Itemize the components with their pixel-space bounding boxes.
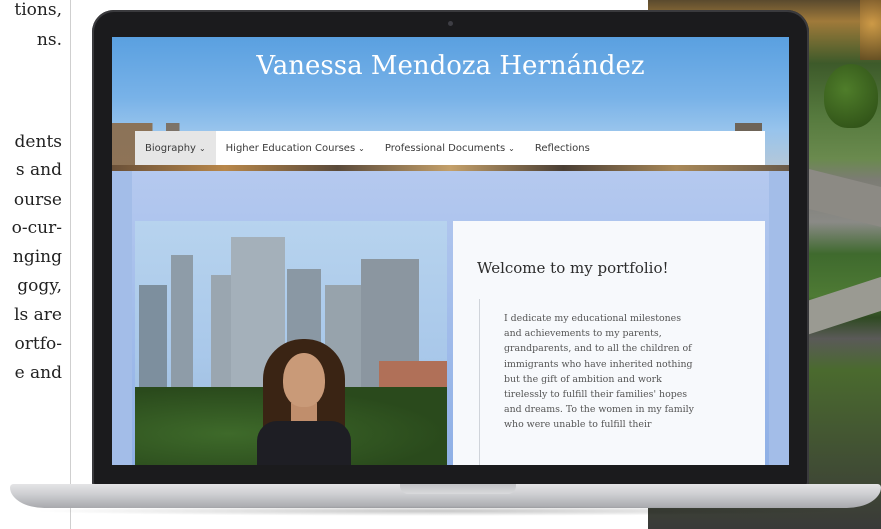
chevron-down-icon: ⌄ — [198, 143, 206, 153]
building-image — [171, 255, 193, 405]
dedication-line: who were unable to fulfill their — [504, 419, 652, 431]
dedication-line: and achievements to my parents, — [504, 328, 662, 340]
nav-item-higher-education-courses[interactable]: Higher Education Courses ⌄ — [216, 131, 375, 165]
article-text-column: tions, ns. dents s and ourse o-cur- ngin… — [0, 0, 70, 529]
site-title[interactable]: Vanessa Mendoza Hernández — [112, 51, 789, 81]
dedication-line: tirelessly to fulfill their families' ho… — [504, 389, 688, 401]
nav-item-label: Reflections — [534, 142, 590, 154]
dedication-quote: I dedicate my educational milestones and… — [479, 299, 759, 465]
dedication-line: and dreams. To the women in my family — [504, 404, 694, 416]
article-line: tions, — [14, 0, 62, 20]
article-line: e and — [14, 363, 62, 383]
dedication-line: I dedicate my educational milestones — [504, 313, 682, 324]
article-line: dents — [14, 132, 62, 152]
primary-navigation: Biography ⌄ Higher Education Courses ⌄ P… — [135, 131, 765, 165]
laptop-screen: Vanessa Mendoza Hernández Biography ⌄ Hi… — [112, 37, 789, 465]
laptop-notch — [400, 484, 516, 494]
nav-item-label: Higher Education Courses — [225, 142, 356, 154]
nav-item-biography[interactable]: Biography ⌄ — [135, 131, 216, 165]
article-line: gogy, — [17, 276, 62, 296]
tree-image — [824, 64, 878, 128]
laptop-mockup: Vanessa Mendoza Hernández Biography ⌄ Hi… — [92, 10, 809, 488]
dedication-line: immigrants who have inherited nothing — [504, 358, 693, 370]
dedication-line: but the gift of ambition and work — [504, 373, 662, 385]
chevron-down-icon: ⌄ — [508, 143, 515, 153]
autumn-foliage — [860, 0, 881, 60]
nav-item-label: Biography — [145, 142, 196, 154]
walkway-image — [798, 268, 881, 338]
portrait-photo — [135, 221, 447, 465]
article-line: ortfo- — [14, 334, 62, 354]
article-line: ls are — [14, 305, 62, 325]
person-portrait — [257, 339, 351, 465]
article-line: ourse — [13, 190, 62, 210]
article-line: o-cur- — [11, 218, 62, 238]
welcome-heading: Welcome to my portfolio! — [477, 259, 669, 277]
chevron-down-icon: ⌄ — [358, 143, 365, 153]
laptop-shadow — [30, 506, 850, 516]
dedication-line: grandparents, and to all the children of — [504, 343, 692, 355]
camera-icon — [448, 21, 453, 26]
article-line: ns. — [36, 30, 62, 50]
welcome-card: Welcome to my portfolio! I dedicate my e… — [453, 221, 765, 465]
nav-item-reflections[interactable]: Reflections — [525, 131, 600, 165]
article-line: nging — [12, 247, 62, 267]
nav-item-professional-documents[interactable]: Professional Documents ⌄ — [375, 131, 525, 165]
article-line: s and — [15, 160, 62, 180]
column-divider — [70, 0, 71, 529]
nav-item-label: Professional Documents — [384, 142, 506, 154]
laptop-base — [10, 484, 881, 508]
walkway-image — [798, 166, 881, 234]
